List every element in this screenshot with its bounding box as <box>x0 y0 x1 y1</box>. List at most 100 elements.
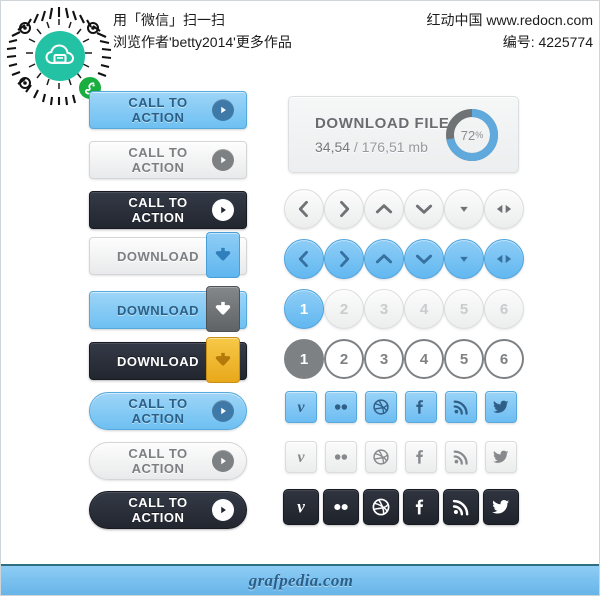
call-to-action-button[interactable]: CALL TO ACTION <box>89 392 247 430</box>
play-icon-bg <box>212 450 234 472</box>
call-to-action-button[interactable]: CALL TO ACTION <box>89 141 247 179</box>
button-label: CALL TO ACTION <box>128 396 188 426</box>
pagination-item[interactable]: 2 <box>324 289 364 329</box>
pagination-item[interactable]: 3 <box>364 289 404 329</box>
social-button-twitter[interactable] <box>483 489 519 525</box>
button-label: CALL TO ACTION <box>128 145 188 175</box>
call-to-action-button[interactable]: CALL TO ACTION <box>89 442 247 480</box>
play-icon-circle <box>212 499 234 521</box>
play-icon-circle <box>212 450 234 472</box>
arrow-button-chevron-down[interactable] <box>404 239 444 279</box>
header-right-line-2: 编号: 4225774 <box>502 34 593 50</box>
social-button-row: v <box>283 489 524 529</box>
flickr-icon <box>334 454 348 460</box>
download-file-card: DOWNLOAD FILE 34,54 / 176,51 mb 72% <box>288 96 519 173</box>
download-button[interactable]: DOWNLOAD <box>89 337 247 383</box>
call-to-action-button[interactable]: CALL TO ACTION <box>89 491 247 529</box>
play-icon-bg <box>212 149 234 171</box>
social-button-vimeo[interactable]: v <box>285 391 317 423</box>
pagination-item[interactable]: 4 <box>404 289 444 329</box>
social-button-facebook[interactable] <box>405 391 437 423</box>
arrow-button-chevron-left[interactable] <box>284 239 324 279</box>
pagination-item[interactable]: 5 <box>444 289 484 329</box>
arrow-button-arrows-left-right[interactable] <box>484 189 524 229</box>
social-button-vimeo[interactable]: v <box>283 489 319 525</box>
rss-icon <box>453 400 468 415</box>
social-button-dribbble[interactable] <box>363 489 399 525</box>
arrow-button-chevron-down[interactable] <box>404 189 444 229</box>
pagination-item[interactable]: 6 <box>484 289 524 329</box>
twitter-icon <box>493 400 509 413</box>
progress-ring: 72% <box>444 107 500 163</box>
social-button-dribbble[interactable] <box>365 391 397 423</box>
facebook-icon <box>416 400 423 414</box>
download-button[interactable]: DOWNLOAD <box>89 232 247 278</box>
social-button-vimeo[interactable]: v <box>285 441 317 473</box>
button-label: CALL TO ACTION <box>128 446 188 476</box>
social-button-dribbble[interactable] <box>365 441 397 473</box>
arrow-button-chevron-left[interactable] <box>284 189 324 229</box>
social-button-flickr[interactable] <box>325 391 357 423</box>
arrow-button-arrows-left-right[interactable] <box>484 239 524 279</box>
dribbble-icon <box>372 498 390 516</box>
button-label: CALL TO ACTION <box>128 195 188 225</box>
download-icon-tab[interactable] <box>206 232 240 278</box>
play-icon-circle <box>212 149 234 171</box>
pagination-item[interactable]: 5 <box>444 339 484 379</box>
social-button-flickr[interactable] <box>325 441 357 473</box>
social-button-rss[interactable] <box>445 441 477 473</box>
card-total: 176,51 mb <box>361 139 428 155</box>
pagination-item[interactable]: 2 <box>324 339 364 379</box>
social-button-row: v <box>284 441 524 479</box>
arrow-button-chevron-right[interactable] <box>324 189 364 229</box>
header-left-line-2: 浏览作者'betty2014'更多作品 <box>113 34 292 50</box>
download-arrow-icon <box>215 301 231 315</box>
arrow-button-triangle-down[interactable] <box>444 189 484 229</box>
play-icon-bg <box>212 99 234 121</box>
arrow-button-triangle-down[interactable] <box>444 239 484 279</box>
play-icon <box>221 457 226 465</box>
play-icon-circle <box>212 199 234 221</box>
arrow-button-row <box>284 239 524 279</box>
pagination-row: 123456 <box>284 289 524 329</box>
progress-percent: 72% <box>444 107 500 163</box>
call-to-action-button[interactable]: CALL TO ACTION <box>89 191 247 229</box>
social-button-twitter[interactable] <box>485 391 517 423</box>
pagination-item[interactable]: 4 <box>404 339 444 379</box>
social-button-rss[interactable] <box>445 391 477 423</box>
play-icon <box>221 506 226 514</box>
social-button-facebook[interactable] <box>405 441 437 473</box>
card-downloaded: 34,54 <box>315 139 351 155</box>
play-icon <box>221 407 226 415</box>
call-to-action-button[interactable]: CALL TO ACTION <box>89 91 247 129</box>
header: 用「微信」扫一扫 浏览作者'betty2014'更多作品 红动中国 www.re… <box>1 1 599 106</box>
pagination-item[interactable]: 1 <box>284 339 324 379</box>
social-button-rss[interactable] <box>443 489 479 525</box>
header-right-text: 红动中国 www.redocn.com 编号: 4225774 <box>427 9 593 53</box>
chevron-down-icon <box>415 204 433 214</box>
pagination-item[interactable]: 3 <box>364 339 404 379</box>
rss-icon <box>453 450 468 465</box>
svg-text:v: v <box>297 497 305 517</box>
twitter-icon <box>492 499 510 514</box>
arrow-button-chevron-up[interactable] <box>364 189 404 229</box>
twitter-icon <box>493 450 509 463</box>
arrow-button-chevron-up[interactable] <box>364 239 404 279</box>
download-icon-tab[interactable] <box>206 337 240 383</box>
download-icon-tab[interactable] <box>206 286 240 332</box>
social-button-facebook[interactable] <box>403 489 439 525</box>
arrow-button-chevron-right[interactable] <box>324 239 364 279</box>
social-button-flickr[interactable] <box>323 489 359 525</box>
social-button-twitter[interactable] <box>485 441 517 473</box>
footer-brand: grafpedia.com <box>248 570 354 590</box>
footer-bar: grafpedia.com <box>1 564 599 595</box>
flickr-icon <box>334 503 348 511</box>
download-button[interactable]: DOWNLOAD <box>89 286 247 332</box>
play-icon <box>221 206 226 214</box>
pagination-item[interactable]: 6 <box>484 339 524 379</box>
chevron-left-icon <box>298 200 308 218</box>
dribbble-icon <box>373 449 389 465</box>
play-icon-bg <box>212 400 234 422</box>
pagination-item[interactable]: 1 <box>284 289 324 329</box>
chevron-down-icon <box>415 254 433 264</box>
